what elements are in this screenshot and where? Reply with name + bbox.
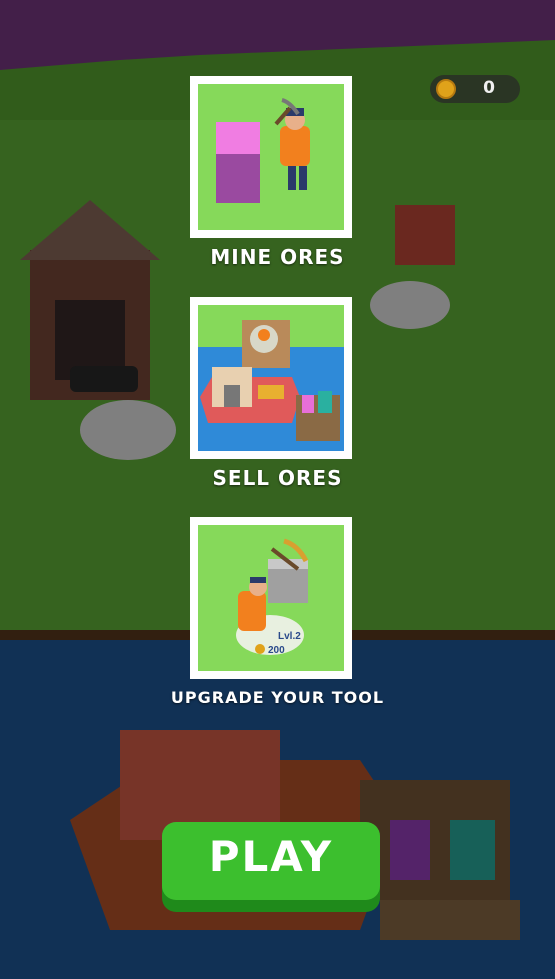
mine-ores-illustration: [198, 84, 344, 230]
mine-ores-label: MINE ORES: [210, 245, 345, 269]
sell-ores-card: [190, 297, 352, 459]
gold-coin-icon: [436, 79, 456, 99]
tool-upgrade-level-text: Lvl.2: [278, 631, 301, 642]
sell-ores-label: SELL ORES: [212, 466, 343, 490]
tool-upgrade-cost-text: 200: [268, 645, 285, 656]
play-button-label: PLAY: [208, 832, 334, 881]
upgrade-tool-label: UPGRADE YOUR TOOL: [170, 688, 385, 707]
coin-count: 0: [483, 78, 495, 98]
upgrade-tool-illustration: Lvl.2 200: [198, 525, 344, 671]
mine-ores-card: [190, 76, 352, 238]
sell-ores-illustration: [198, 305, 344, 451]
upgrade-tool-card: Lvl.2 200: [190, 517, 352, 679]
play-button[interactable]: PLAY: [162, 822, 380, 912]
coin-counter: 0: [430, 75, 520, 103]
